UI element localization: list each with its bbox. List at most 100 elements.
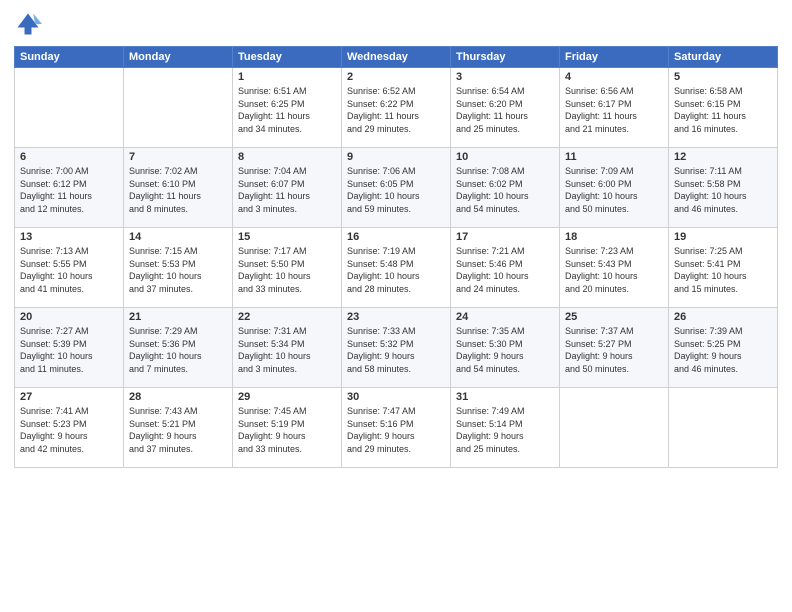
calendar-cell (124, 68, 233, 148)
calendar: SundayMondayTuesdayWednesdayThursdayFrid… (14, 46, 778, 468)
calendar-cell: 11 Sunrise: 7:09 AM Sunset: 6:00 PM Dayli… (560, 148, 669, 228)
day-number: 21 (129, 311, 227, 323)
day-number: 28 (129, 391, 227, 403)
calendar-cell: 3 Sunrise: 6:54 AM Sunset: 6:20 PM Daylig… (451, 68, 560, 148)
calendar-header-row: SundayMondayTuesdayWednesdayThursdayFrid… (15, 47, 778, 68)
cell-info: Sunrise: 7:35 AM Sunset: 5:30 PM Dayligh… (456, 325, 554, 375)
day-number: 4 (565, 71, 663, 83)
day-number: 29 (238, 391, 336, 403)
day-number: 11 (565, 151, 663, 163)
day-number: 8 (238, 151, 336, 163)
day-number: 10 (456, 151, 554, 163)
cell-info: Sunrise: 7:13 AM Sunset: 5:55 PM Dayligh… (20, 245, 118, 295)
day-number: 12 (674, 151, 772, 163)
cell-info: Sunrise: 7:31 AM Sunset: 5:34 PM Dayligh… (238, 325, 336, 375)
day-number: 14 (129, 231, 227, 243)
calendar-cell: 27 Sunrise: 7:41 AM Sunset: 5:23 PM Dayli… (15, 388, 124, 468)
cell-info: Sunrise: 7:39 AM Sunset: 5:25 PM Dayligh… (674, 325, 772, 375)
day-number: 18 (565, 231, 663, 243)
day-number: 30 (347, 391, 445, 403)
calendar-cell (669, 388, 778, 468)
calendar-cell: 6 Sunrise: 7:00 AM Sunset: 6:12 PM Daylig… (15, 148, 124, 228)
calendar-cell: 1 Sunrise: 6:51 AM Sunset: 6:25 PM Daylig… (233, 68, 342, 148)
calendar-cell: 29 Sunrise: 7:45 AM Sunset: 5:19 PM Dayli… (233, 388, 342, 468)
cell-info: Sunrise: 7:02 AM Sunset: 6:10 PM Dayligh… (129, 165, 227, 215)
cell-info: Sunrise: 7:49 AM Sunset: 5:14 PM Dayligh… (456, 405, 554, 455)
cell-info: Sunrise: 7:19 AM Sunset: 5:48 PM Dayligh… (347, 245, 445, 295)
calendar-cell: 19 Sunrise: 7:25 AM Sunset: 5:41 PM Dayli… (669, 228, 778, 308)
cell-info: Sunrise: 6:56 AM Sunset: 6:17 PM Dayligh… (565, 85, 663, 135)
cell-info: Sunrise: 7:23 AM Sunset: 5:43 PM Dayligh… (565, 245, 663, 295)
cell-info: Sunrise: 7:33 AM Sunset: 5:32 PM Dayligh… (347, 325, 445, 375)
day-number: 15 (238, 231, 336, 243)
cell-info: Sunrise: 6:52 AM Sunset: 6:22 PM Dayligh… (347, 85, 445, 135)
calendar-cell (15, 68, 124, 148)
calendar-cell: 28Sunrise: 7:43 AM Sunset: 5:21 PM Dayli… (124, 388, 233, 468)
day-header-thursday: Thursday (451, 47, 560, 68)
calendar-cell: 7 Sunrise: 7:02 AM Sunset: 6:10 PM Daylig… (124, 148, 233, 228)
page: SundayMondayTuesdayWednesdayThursdayFrid… (0, 0, 792, 612)
calendar-cell: 16Sunrise: 7:19 AM Sunset: 5:48 PM Dayli… (342, 228, 451, 308)
cell-info: Sunrise: 6:58 AM Sunset: 6:15 PM Dayligh… (674, 85, 772, 135)
calendar-cell: 5Sunrise: 6:58 AM Sunset: 6:15 PM Daylig… (669, 68, 778, 148)
cell-info: Sunrise: 7:08 AM Sunset: 6:02 PM Dayligh… (456, 165, 554, 215)
week-row-2: 6 Sunrise: 7:00 AM Sunset: 6:12 PM Daylig… (15, 148, 778, 228)
day-number: 25 (565, 311, 663, 323)
calendar-cell: 2 Sunrise: 6:52 AM Sunset: 6:22 PM Daylig… (342, 68, 451, 148)
header (14, 10, 778, 38)
calendar-cell: 24 Sunrise: 7:35 AM Sunset: 5:30 PM Dayli… (451, 308, 560, 388)
calendar-cell: 17 Sunrise: 7:21 AM Sunset: 5:46 PM Dayli… (451, 228, 560, 308)
day-number: 26 (674, 311, 772, 323)
day-number: 1 (238, 71, 336, 83)
cell-info: Sunrise: 7:29 AM Sunset: 5:36 PM Dayligh… (129, 325, 227, 375)
logo (14, 10, 46, 38)
day-number: 2 (347, 71, 445, 83)
day-number: 13 (20, 231, 118, 243)
cell-info: Sunrise: 7:27 AM Sunset: 5:39 PM Dayligh… (20, 325, 118, 375)
week-row-5: 27 Sunrise: 7:41 AM Sunset: 5:23 PM Dayli… (15, 388, 778, 468)
calendar-cell: 15 Sunrise: 7:17 AM Sunset: 5:50 PM Dayli… (233, 228, 342, 308)
cell-info: Sunrise: 7:11 AM Sunset: 5:58 PM Dayligh… (674, 165, 772, 215)
calendar-cell: 31 Sunrise: 7:49 AM Sunset: 5:14 PM Dayli… (451, 388, 560, 468)
day-number: 27 (20, 391, 118, 403)
cell-info: Sunrise: 6:54 AM Sunset: 6:20 PM Dayligh… (456, 85, 554, 135)
day-number: 19 (674, 231, 772, 243)
calendar-cell: 20 Sunrise: 7:27 AM Sunset: 5:39 PM Dayli… (15, 308, 124, 388)
cell-info: Sunrise: 7:04 AM Sunset: 6:07 PM Dayligh… (238, 165, 336, 215)
day-header-friday: Friday (560, 47, 669, 68)
week-row-4: 20 Sunrise: 7:27 AM Sunset: 5:39 PM Dayli… (15, 308, 778, 388)
cell-info: Sunrise: 7:41 AM Sunset: 5:23 PM Dayligh… (20, 405, 118, 455)
cell-info: Sunrise: 7:25 AM Sunset: 5:41 PM Dayligh… (674, 245, 772, 295)
day-number: 3 (456, 71, 554, 83)
cell-info: Sunrise: 7:45 AM Sunset: 5:19 PM Dayligh… (238, 405, 336, 455)
day-number: 6 (20, 151, 118, 163)
calendar-cell (560, 388, 669, 468)
cell-info: Sunrise: 7:21 AM Sunset: 5:46 PM Dayligh… (456, 245, 554, 295)
calendar-cell: 8 Sunrise: 7:04 AM Sunset: 6:07 PM Daylig… (233, 148, 342, 228)
cell-info: Sunrise: 7:09 AM Sunset: 6:00 PM Dayligh… (565, 165, 663, 215)
day-number: 24 (456, 311, 554, 323)
day-number: 31 (456, 391, 554, 403)
cell-info: Sunrise: 7:00 AM Sunset: 6:12 PM Dayligh… (20, 165, 118, 215)
calendar-cell: 12 Sunrise: 7:11 AM Sunset: 5:58 PM Dayli… (669, 148, 778, 228)
cell-info: Sunrise: 6:51 AM Sunset: 6:25 PM Dayligh… (238, 85, 336, 135)
day-number: 20 (20, 311, 118, 323)
day-number: 17 (456, 231, 554, 243)
calendar-cell: 13 Sunrise: 7:13 AM Sunset: 5:55 PM Dayli… (15, 228, 124, 308)
logo-icon (14, 10, 42, 38)
day-number: 9 (347, 151, 445, 163)
day-header-monday: Monday (124, 47, 233, 68)
day-header-wednesday: Wednesday (342, 47, 451, 68)
calendar-cell: 14Sunrise: 7:15 AM Sunset: 5:53 PM Dayli… (124, 228, 233, 308)
day-number: 7 (129, 151, 227, 163)
calendar-cell: 4 Sunrise: 6:56 AM Sunset: 6:17 PM Daylig… (560, 68, 669, 148)
calendar-cell: 9Sunrise: 7:06 AM Sunset: 6:05 PM Daylig… (342, 148, 451, 228)
calendar-cell: 26 Sunrise: 7:39 AM Sunset: 5:25 PM Dayli… (669, 308, 778, 388)
calendar-cell: 18 Sunrise: 7:23 AM Sunset: 5:43 PM Dayli… (560, 228, 669, 308)
week-row-3: 13 Sunrise: 7:13 AM Sunset: 5:55 PM Dayli… (15, 228, 778, 308)
cell-info: Sunrise: 7:17 AM Sunset: 5:50 PM Dayligh… (238, 245, 336, 295)
calendar-cell: 21 Sunrise: 7:29 AM Sunset: 5:36 PM Dayli… (124, 308, 233, 388)
cell-info: Sunrise: 7:37 AM Sunset: 5:27 PM Dayligh… (565, 325, 663, 375)
day-header-tuesday: Tuesday (233, 47, 342, 68)
day-number: 22 (238, 311, 336, 323)
